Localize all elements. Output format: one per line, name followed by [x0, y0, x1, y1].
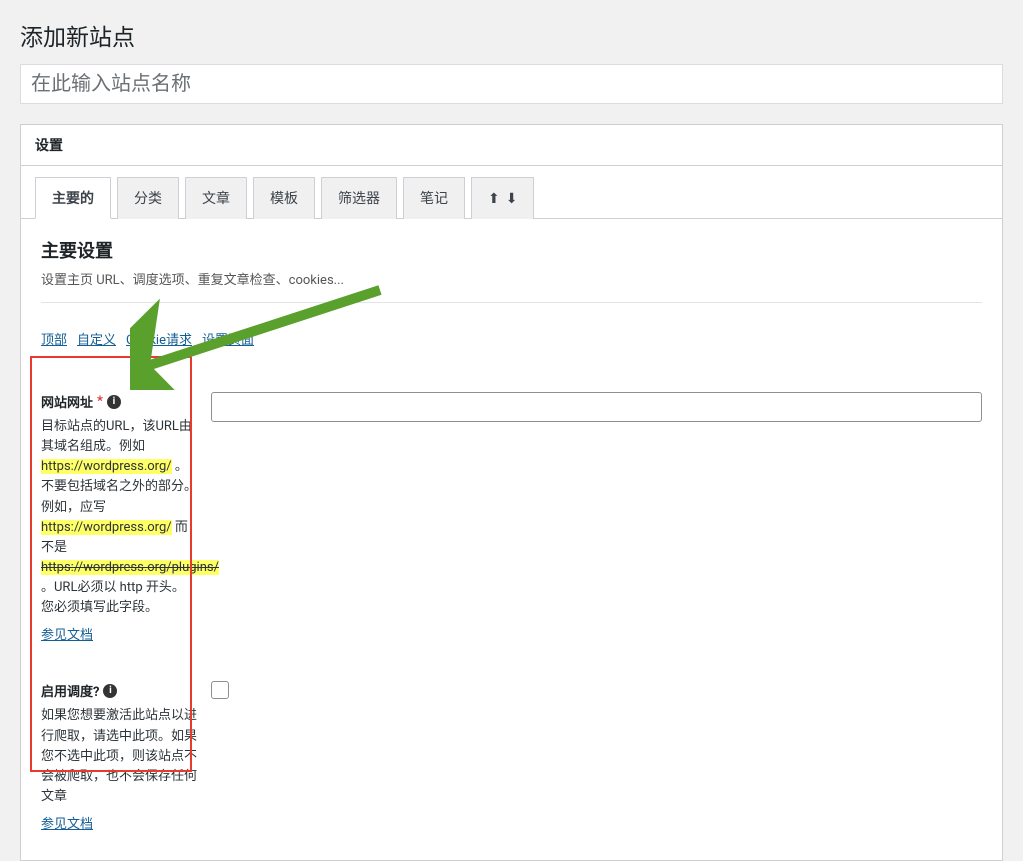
- url-doc-link[interactable]: 参见文档: [41, 624, 93, 643]
- site-name-input[interactable]: [20, 64, 1003, 104]
- url-input[interactable]: [211, 392, 982, 422]
- tab-import-export[interactable]: ⬆ ⬇: [471, 177, 534, 219]
- url-label: 网站网址 * i: [41, 392, 199, 411]
- schedule-description: 如果您想要激活此站点以进行爬取，请选中此项。如果您不选中此项，则该站点不会被爬取…: [41, 706, 199, 807]
- schedule-doc-link[interactable]: 参见文档: [41, 813, 93, 832]
- page-title: 添加新站点: [20, 10, 1003, 56]
- anchor-custom[interactable]: 自定义: [77, 329, 116, 348]
- tab-template[interactable]: 模板: [253, 177, 315, 219]
- tab-category[interactable]: 分类: [117, 177, 179, 219]
- panel-header: 设置: [21, 125, 1002, 166]
- divider: [41, 302, 982, 303]
- anchor-row: 顶部 自定义 Cookie请求 设置页面: [41, 329, 982, 358]
- tab-article[interactable]: 文章: [185, 177, 247, 219]
- anchor-top[interactable]: 顶部: [41, 329, 67, 348]
- anchor-cookie[interactable]: Cookie请求: [126, 329, 192, 348]
- field-row-schedule: 启用调度? i 如果您想要激活此站点以进行爬取，请选中此项。如果您不选中此项，则…: [41, 675, 982, 842]
- required-star: *: [97, 394, 103, 409]
- field-row-url: 网站网址 * i 目标站点的URL，该URL由其域名组成。例如 https://…: [41, 386, 982, 653]
- tabs-bar: 主要的 分类 文章 模板 筛选器 笔记 ⬆ ⬇: [21, 166, 1002, 219]
- section-subtitle: 设置主页 URL、调度选项、重复文章检查、cookies...: [41, 269, 982, 288]
- tab-main[interactable]: 主要的: [35, 177, 111, 219]
- schedule-label: 启用调度? i: [41, 681, 199, 700]
- url-label-text: 网站网址: [41, 392, 93, 411]
- upload-icon: ⬆: [488, 190, 500, 207]
- schedule-checkbox[interactable]: [211, 681, 229, 699]
- url-desc-part4: 。URL必须以 http 开头。 您必须填写此字段。: [41, 580, 185, 615]
- info-icon[interactable]: i: [107, 395, 121, 409]
- info-icon[interactable]: i: [103, 684, 117, 698]
- url-example3: https://wordpress.org/plugins/: [41, 560, 219, 575]
- schedule-label-text: 启用调度?: [41, 681, 99, 700]
- url-example1: https://wordpress.org/: [41, 459, 172, 474]
- url-example2: https://wordpress.org/: [41, 520, 172, 535]
- url-description: 目标站点的URL，该URL由其域名组成。例如 https://wordpress…: [41, 417, 199, 618]
- section-title: 主要设置: [41, 237, 982, 263]
- url-desc-part1: 目标站点的URL，该URL由其域名组成。例如: [41, 419, 192, 454]
- anchor-settings-page[interactable]: 设置页面: [202, 329, 254, 348]
- settings-panel: 设置 主要的 分类 文章 模板 筛选器 笔记 ⬆ ⬇ 主要设置 设置主页 URL…: [20, 124, 1003, 861]
- download-icon: ⬇: [506, 190, 518, 207]
- tab-filter[interactable]: 筛选器: [321, 177, 397, 219]
- tab-notes[interactable]: 笔记: [403, 177, 465, 219]
